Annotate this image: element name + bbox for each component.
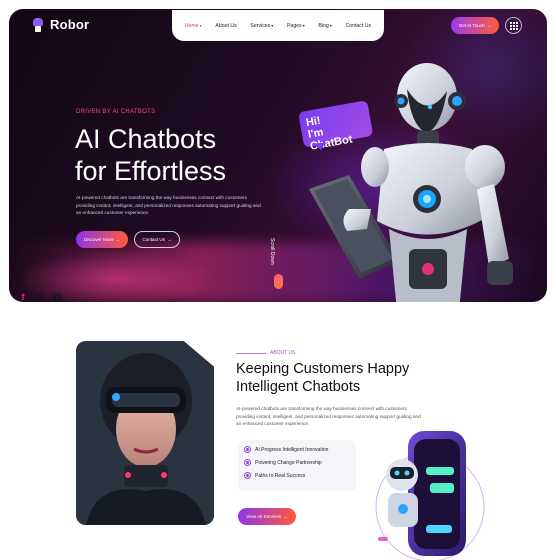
- grid-dot: [509, 27, 512, 30]
- arrow-right-icon: →: [283, 514, 288, 519]
- x-twitter-icon[interactable]: 𝕏: [35, 292, 45, 302]
- feature-item: Paths to Real Success: [244, 472, 350, 479]
- grid-dot: [515, 27, 518, 30]
- chevron-down-icon: ▾: [329, 23, 332, 28]
- nav-label: Contact Us: [345, 22, 372, 29]
- about-description: AI-powered chatbots are transforming the…: [236, 406, 421, 426]
- nav-label: About Us: [215, 22, 237, 29]
- about-image-woman-vr: [76, 341, 214, 525]
- discover-more-button[interactable]: Discover More →: [76, 231, 128, 248]
- chevron-down-icon: ▾: [199, 23, 202, 28]
- robot-logo-icon: [32, 17, 44, 32]
- chevron-down-icon: ▾: [271, 23, 274, 28]
- about-eyebrow: ABOUT US: [270, 350, 296, 356]
- scroll-down-label: Scroll Down: [269, 238, 275, 265]
- check-circle-icon: [244, 459, 251, 466]
- nav-item-services[interactable]: Services ▾: [250, 23, 273, 29]
- instagram-icon[interactable]: [52, 292, 62, 302]
- grid-dot: [509, 21, 512, 24]
- hero-section: Hi! I'm ChatBot DRIVEN BY AI CHATBOTS AI…: [9, 9, 547, 302]
- about-title: Keeping Customers Happy Intelligent Chat…: [236, 360, 466, 396]
- brand-name: Robor: [50, 17, 90, 32]
- nav-item-about[interactable]: About Us: [215, 23, 236, 29]
- get-in-touch-button[interactable]: Get In Touch →: [451, 17, 499, 34]
- grid-dot: [509, 24, 512, 27]
- feature-label: AI Progress Intelligent Innovation: [255, 446, 329, 453]
- grid-dot: [515, 21, 518, 24]
- grid-dot: [515, 24, 518, 27]
- feature-label: Paths to Real Success: [255, 472, 306, 479]
- eyebrow-divider: [236, 353, 266, 354]
- about-title-line-2: Intelligent Chatbots: [236, 379, 361, 395]
- nav-item-contact[interactable]: Contact Us: [345, 23, 371, 29]
- grid-dot: [512, 24, 515, 27]
- robot-phone-illustration: [368, 427, 488, 560]
- discover-more-label: Discover More: [83, 237, 114, 242]
- view-all-services-button[interactable]: View All Services →: [238, 508, 296, 525]
- feature-item: Powering Change Partnership: [244, 459, 350, 466]
- arrow-down-icon: ↓: [277, 278, 280, 285]
- nav-label: Home: [184, 22, 199, 29]
- hero-description: AI-powered chatbots are transforming the…: [76, 195, 261, 215]
- main-navigation: Home ▾ About Us Services ▾ Pages ▾ Blog …: [172, 10, 384, 41]
- facebook-icon[interactable]: f: [18, 292, 28, 302]
- hero-eyebrow: DRIVEN BY AI CHATBOTS: [76, 109, 156, 115]
- hero-title-line-1: AI Chatbots: [75, 124, 217, 154]
- nav-item-home[interactable]: Home ▾: [185, 23, 202, 29]
- menu-grid-button[interactable]: [505, 17, 522, 34]
- view-all-services-label: View All Services: [246, 514, 282, 519]
- contact-us-label: Contact Us: [142, 237, 166, 242]
- arrow-right-icon: →: [486, 23, 492, 28]
- brand-logo[interactable]: Robor: [32, 17, 89, 32]
- grid-dot: [512, 27, 515, 30]
- contact-us-button[interactable]: Contact Us →: [134, 231, 180, 248]
- get-in-touch-label: Get In Touch: [458, 23, 485, 28]
- check-circle-icon: [244, 446, 251, 453]
- scroll-down-button[interactable]: ↓: [274, 274, 283, 289]
- features-list: AI Progress Intelligent Innovation Power…: [238, 440, 356, 491]
- robot-illustration: [289, 49, 547, 302]
- nav-item-blog[interactable]: Blog ▾: [318, 23, 331, 29]
- nav-label: Services: [250, 22, 271, 29]
- nav-label: Pages: [286, 22, 302, 29]
- feature-label: Powering Change Partnership: [255, 459, 322, 466]
- about-title-line-1: Keeping Customers Happy: [236, 361, 410, 377]
- nav-label: Blog: [318, 22, 329, 29]
- check-circle-icon: [244, 472, 251, 479]
- feature-item: AI Progress Intelligent Innovation: [244, 446, 350, 453]
- chevron-down-icon: ▾: [302, 23, 305, 28]
- hero-title: AI Chatbots for Effortless: [75, 123, 305, 187]
- nav-item-pages[interactable]: Pages ▾: [287, 23, 305, 29]
- grid-dot: [512, 21, 515, 24]
- hero-title-line-2: for Effortless: [75, 156, 227, 186]
- arrow-right-icon: →: [115, 237, 121, 242]
- arrow-right-icon: →: [167, 237, 172, 242]
